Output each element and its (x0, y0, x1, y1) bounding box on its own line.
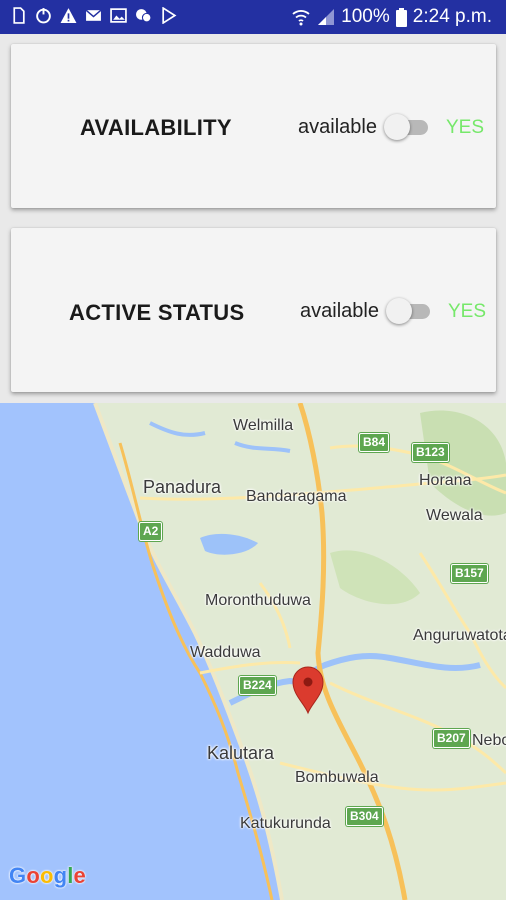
play-store-icon (162, 7, 177, 24)
place-label: Panadura (143, 477, 222, 497)
warning-icon (60, 8, 77, 23)
road-shield: B123 (412, 443, 449, 462)
road-shield: B157 (451, 564, 488, 583)
place-label: Horana (419, 472, 472, 489)
availability-switch[interactable] (384, 114, 430, 140)
place-label: Welmilla (233, 417, 294, 434)
availability-title: AVAILABILITY (80, 115, 232, 140)
road-shield: B304 (346, 807, 383, 826)
place-label: Nebo (472, 732, 506, 749)
active-status-value: YES (448, 301, 487, 322)
place-label: Wadduwa (190, 644, 261, 661)
status-bar: 100% 2:24 p.m. (0, 0, 506, 34)
mail-icon (85, 9, 102, 21)
place-label: Moronthuduwa (205, 592, 311, 609)
switch-thumb (386, 298, 412, 324)
system-status: 100% 2:24 p.m. (291, 6, 492, 28)
clock-time: 2:24 p.m. (412, 6, 492, 27)
active-status-switch-label: available (300, 300, 379, 322)
signal-icon (318, 9, 335, 25)
active-status-card: ACTIVE STATUS available YES (11, 228, 496, 392)
place-label: Katukurunda (240, 815, 331, 832)
road-shield: B224 (239, 676, 276, 695)
availability-card: AVAILABILITY available YES (11, 44, 496, 208)
road-shield: B207 (433, 729, 470, 748)
battery-icon (395, 7, 407, 27)
image-icon (110, 8, 127, 23)
availability-switch-label: available (298, 116, 377, 138)
place-label: Kalutara (207, 743, 275, 763)
availability-value: YES (446, 117, 485, 138)
notification-icons (10, 7, 177, 24)
google-logo: Google (9, 863, 86, 888)
sim-card-icon (13, 7, 25, 24)
road-shield: B84 (359, 433, 390, 452)
power-clock-icon (36, 8, 51, 24)
switch-thumb (384, 114, 410, 140)
road-shield: A2 (139, 522, 163, 541)
place-label: Bombuwala (295, 769, 379, 786)
active-status-switch[interactable] (386, 298, 432, 324)
place-label: Wewala (426, 507, 483, 524)
active-status-title: ACTIVE STATUS (69, 300, 245, 325)
place-label: Anguruwatota (413, 627, 506, 644)
chat-icon (136, 9, 152, 23)
battery-percent: 100% (341, 6, 390, 27)
place-label: Bandaragama (246, 488, 347, 505)
map-view[interactable]: Welmilla Panadura Bandaragama Horana Wew… (0, 403, 506, 900)
wifi-icon (292, 10, 310, 26)
